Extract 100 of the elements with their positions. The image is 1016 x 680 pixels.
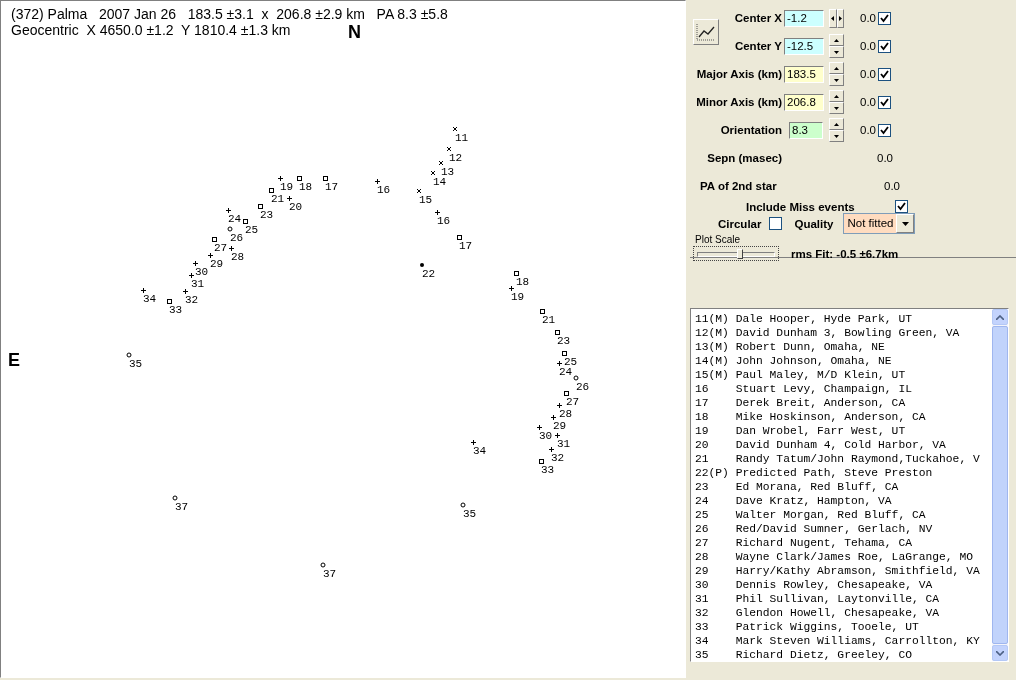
spin-control[interactable] [829, 118, 844, 142]
up-triangle-icon [834, 66, 839, 70]
list-item[interactable]: 31 Phil Sullivan, Laytonville, CA [695, 592, 992, 606]
chevron-up-icon [996, 314, 1004, 320]
plus-marker [536, 424, 543, 431]
point-label: 31 [557, 438, 571, 450]
result-value: 0.0 [860, 124, 876, 136]
result-value: 0.0 [860, 68, 876, 80]
list-item[interactable]: 25 Walter Morgan, Red Bluff, CA [695, 508, 992, 522]
list-item[interactable]: 22(P) Predicted Path, Steve Preston [695, 466, 992, 480]
up-triangle-icon [834, 122, 839, 126]
dropdown-label: Quality [794, 217, 835, 230]
field-label: Orientation [720, 124, 783, 136]
up-triangle-icon [834, 38, 839, 42]
observer-list[interactable] [690, 308, 1009, 662]
point-label: 29 [210, 258, 224, 270]
list-item[interactable]: 14(M) John Johnson, Omaha, NE [695, 354, 992, 368]
plus-marker [548, 446, 555, 453]
dot-marker [420, 263, 424, 267]
scroll-up-button[interactable] [992, 309, 1008, 325]
cross-marker [452, 126, 458, 132]
checkbox[interactable] [895, 200, 908, 213]
point-label: 13 [441, 166, 455, 178]
list-item[interactable]: 17 Derek Breit, Anderson, CA [695, 396, 992, 410]
checkbox[interactable] [878, 39, 891, 53]
point-label: 23 [557, 335, 571, 347]
point-label: 25 [245, 224, 259, 236]
list-item[interactable]: 23 Ed Morana, Red Bluff, CA [695, 480, 992, 494]
point-label: 27 [214, 242, 228, 254]
value-field[interactable]: -1.2 [784, 9, 824, 27]
plot-scale-slider[interactable] [693, 246, 779, 261]
list-item[interactable]: 33 Patrick Wiggins, Tooele, UT [695, 620, 992, 634]
result-value: 0.0 [860, 96, 876, 108]
checkbox[interactable] [878, 11, 891, 25]
circle-marker [460, 502, 466, 508]
list-item[interactable]: 13(M) Robert Dunn, Omaha, NE [695, 340, 992, 354]
checkbox[interactable] [769, 217, 783, 230]
plus-marker [188, 272, 195, 279]
slider-label: Plot Scale [694, 234, 742, 246]
plus-marker [192, 260, 199, 267]
field-label: Center X [734, 12, 783, 24]
point-label: 33 [169, 304, 183, 316]
point-label: 33 [541, 464, 555, 476]
point-label: 37 [175, 501, 189, 513]
circle-marker [172, 495, 178, 501]
plus-marker [374, 178, 381, 185]
list-item[interactable]: 30 Dennis Rowley, Chesapeake, VA [695, 578, 992, 592]
list-item[interactable]: 24 Dave Kratz, Hampton, VA [695, 494, 992, 508]
spin-control[interactable] [829, 34, 844, 58]
down-triangle-icon [834, 134, 839, 138]
list-item[interactable]: 16 Stuart Levy, Champaign, IL [695, 382, 992, 396]
quality-dropdown[interactable]: Not fitted [843, 213, 916, 234]
list-item[interactable]: 12(M) David Dunham 3, Bowling Green, VA [695, 326, 992, 340]
down-triangle-icon [834, 78, 839, 82]
list-item[interactable]: 26 Red/David Sumner, Gerlach, NV [695, 522, 992, 536]
checkbox-label: Include Miss events [746, 200, 856, 213]
slider-thumb[interactable] [736, 249, 743, 259]
list-item[interactable]: 34 Mark Steven Williams, Carrollton, KY [695, 634, 992, 648]
plus-marker [182, 288, 189, 295]
down-triangle-icon [834, 50, 839, 54]
point-label: 30 [539, 430, 553, 442]
point-label: 26 [576, 381, 590, 393]
list-item[interactable]: 32 Glendon Howell, Chesapeake, VA [695, 606, 992, 620]
list-item[interactable]: 15(M) Paul Maley, M/D Klein, UT [695, 368, 992, 382]
list-item[interactable]: 27 Richard Nugent, Tehama, CA [695, 536, 992, 550]
list-item[interactable]: 19 Dan Wrobel, Farr West, UT [695, 424, 992, 438]
checkbox[interactable] [878, 123, 891, 137]
value-field[interactable]: 183.5 [784, 65, 824, 83]
rms-fit-text: rms Fit: -0.5 ±6.7km [791, 248, 899, 260]
list-item[interactable]: 29 Harry/Kathy Abramson, Smithfield, VA [695, 564, 992, 578]
point-label: 24 [228, 213, 242, 225]
field-label: Minor Axis (km) [696, 96, 783, 108]
point-label: 18 [516, 276, 530, 288]
field-label: Major Axis (km) [696, 68, 783, 80]
list-item[interactable]: 21 Randy Tatum/John Raymond,Tuckahoe, V [695, 452, 992, 466]
point-label: 23 [260, 209, 274, 221]
scroll-down-button[interactable] [992, 645, 1008, 661]
plus-marker [228, 245, 235, 252]
list-item[interactable]: 11(M) Dale Hooper, Hyde Park, UT [695, 312, 992, 326]
point-label: 31 [191, 278, 205, 290]
checkbox[interactable] [878, 67, 891, 81]
list-item[interactable]: 35 Richard Dietz, Greeley, CO [695, 648, 992, 661]
checkbox[interactable] [878, 95, 891, 109]
list-item[interactable]: 28 Wayne Clark/James Roe, LaGrange, MO [695, 550, 992, 564]
list-item[interactable]: 20 David Dunham 4, Cold Harbor, VA [695, 438, 992, 452]
point-label: 16 [377, 184, 391, 196]
point-label: 29 [553, 420, 567, 432]
plus-marker [140, 287, 147, 294]
point-label: 17 [325, 181, 339, 193]
value-field[interactable]: 8.3 [789, 121, 823, 139]
cross-marker [416, 188, 422, 194]
list-item[interactable]: 18 Mike Hoskinson, Anderson, CA [695, 410, 992, 424]
chart-button[interactable] [693, 19, 719, 45]
spin-control[interactable] [829, 62, 844, 86]
chevron-down-icon [996, 650, 1004, 656]
value-field[interactable]: 206.8 [784, 93, 824, 111]
value-field[interactable]: -12.5 [784, 37, 824, 55]
spin-control[interactable] [829, 90, 844, 114]
spin-control[interactable] [829, 8, 844, 28]
plus-marker [508, 285, 515, 292]
